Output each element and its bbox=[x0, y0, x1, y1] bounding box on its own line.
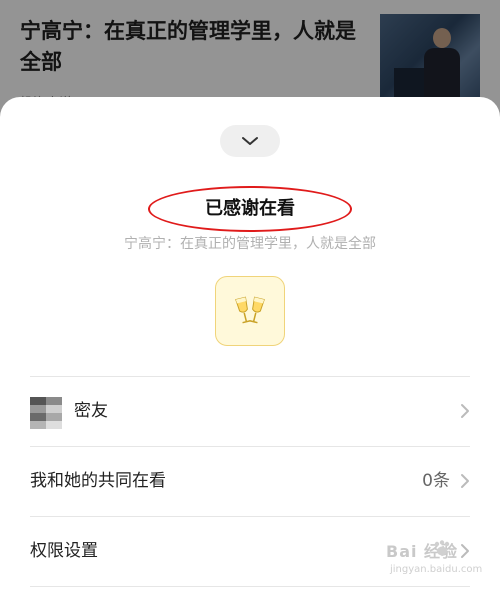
reaction-button[interactable] bbox=[215, 276, 285, 346]
title-annotation: 已感谢在看 bbox=[148, 186, 352, 232]
row-close-friends[interactable]: 密友 bbox=[0, 377, 500, 445]
bottom-sheet: 已感谢在看 宁高宁：在真正的管理学里，人就是全部 密友 我和她的共同在看 0条 … bbox=[0, 97, 500, 597]
chevron-right-icon bbox=[461, 474, 469, 488]
clinking-glasses-icon bbox=[235, 296, 265, 324]
chevron-right-icon bbox=[461, 404, 469, 418]
sheet-title: 已感谢在看 bbox=[205, 198, 295, 219]
baidu-jingyan-watermark: Bai 经验 jingyan.baidu.com bbox=[386, 536, 490, 582]
divider bbox=[30, 586, 470, 587]
paw-icon bbox=[434, 540, 450, 556]
row-shared-reads[interactable]: 我和她的共同在看 0条 bbox=[0, 447, 500, 515]
shared-count: 0条 bbox=[422, 471, 450, 491]
row-label: 权限设置 bbox=[30, 541, 98, 561]
row-label: 我和她的共同在看 bbox=[30, 471, 166, 491]
article-subtitle: 宁高宁：在真正的管理学里，人就是全部 bbox=[124, 236, 376, 252]
watermark-url: jingyan.baidu.com bbox=[390, 564, 483, 575]
chevron-down-icon bbox=[242, 137, 258, 145]
row-label: 密友 bbox=[74, 401, 108, 421]
avatar bbox=[30, 397, 62, 429]
collapse-button[interactable] bbox=[220, 125, 280, 157]
